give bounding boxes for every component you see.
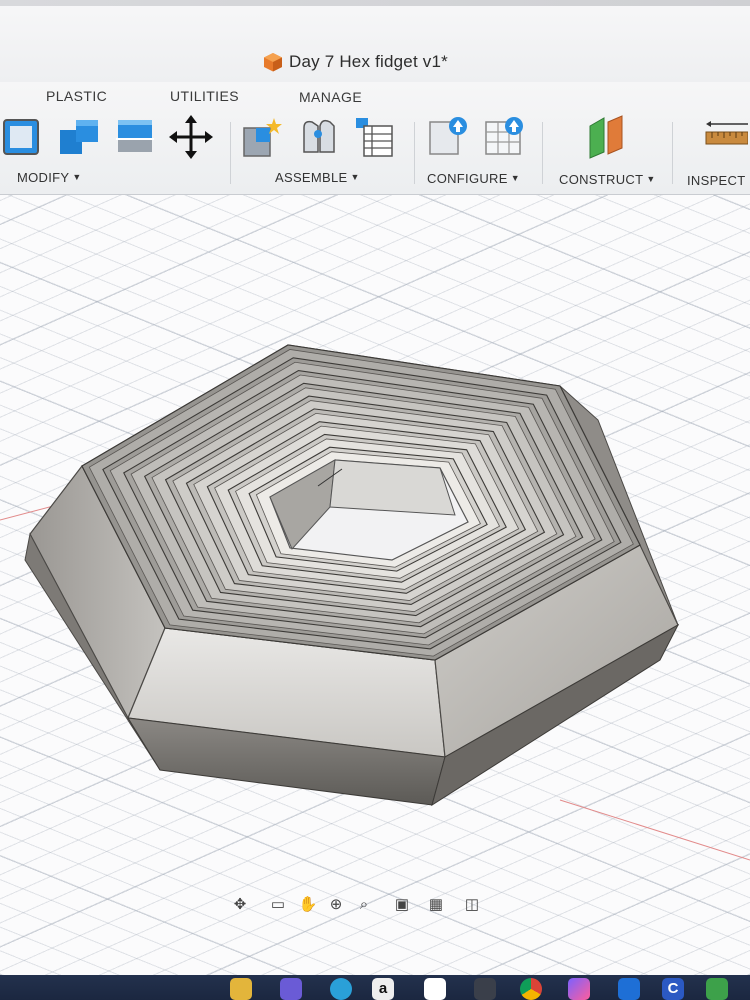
browser-icon[interactable] — [330, 978, 352, 1000]
zoom-window-icon[interactable]: ⌕ — [352, 893, 376, 917]
offset-plane-tool-icon[interactable] — [584, 112, 630, 160]
group-inspect-dropdown[interactable]: INSPECT — [687, 173, 745, 188]
tab-manage[interactable]: MANAGE — [299, 89, 362, 105]
viewport-navigation-bar: ✥ ▭ ✋ ⊕ ⌕ ▣ ▦ ◫ — [228, 891, 496, 919]
pan-hand-icon[interactable]: ✋ — [296, 893, 320, 917]
grid-settings-icon[interactable]: ▦ — [424, 893, 448, 917]
tab-plastic[interactable]: PLASTIC — [46, 88, 107, 104]
document-title-bar: Day 7 Hex fidget v1* — [0, 0, 750, 82]
file-explorer-icon[interactable] — [230, 978, 252, 1000]
ribbon-separator — [672, 122, 673, 184]
group-assemble-dropdown[interactable]: ASSEMBLE ▼ — [275, 170, 360, 185]
green-app-icon[interactable] — [706, 978, 728, 1000]
ribbon-separator — [230, 122, 231, 184]
joint-tool-icon[interactable] — [296, 112, 342, 160]
chrome-icon[interactable] — [520, 978, 542, 1000]
shell-tool-icon[interactable] — [114, 112, 160, 160]
hex-fidget-model[interactable] — [0, 195, 750, 975]
copilot-icon[interactable] — [568, 978, 590, 1000]
os-taskbar: a C — [0, 975, 750, 1000]
fusion-app-window: Day 7 Hex fidget v1* PLASTIC UTILITIES M… — [0, 0, 750, 1000]
measure-tool-icon[interactable] — [700, 112, 748, 160]
github-icon[interactable] — [424, 978, 446, 1000]
group-construct-dropdown[interactable]: CONSTRUCT ▼ — [559, 172, 656, 187]
document-title: Day 7 Hex fidget v1* — [289, 52, 448, 71]
move-copy-tool-icon[interactable] — [168, 112, 214, 160]
display-settings-icon[interactable]: ▣ — [390, 893, 414, 917]
ribbon-separator — [414, 122, 415, 184]
viewports-icon[interactable]: ◫ — [460, 893, 484, 917]
app-icon[interactable] — [474, 978, 496, 1000]
c-app-icon[interactable]: C — [662, 978, 684, 1000]
toolbar-ribbon: PLASTIC UTILITIES MANAGE MODIFY ▼ ASSEMB… — [0, 82, 750, 195]
configure-design-tool-icon[interactable] — [426, 112, 472, 160]
design-document-icon — [264, 53, 282, 72]
look-at-icon[interactable]: ▭ — [266, 893, 290, 917]
group-modify-dropdown[interactable]: MODIFY ▼ — [17, 170, 82, 185]
ribbon-separator — [542, 122, 543, 184]
press-pull-tool-icon[interactable] — [0, 112, 46, 160]
amazon-icon[interactable]: a — [372, 978, 394, 1000]
group-configure-dropdown[interactable]: CONFIGURE ▼ — [427, 171, 520, 186]
outlook-icon[interactable] — [618, 978, 640, 1000]
store-icon[interactable] — [280, 978, 302, 1000]
tab-utilities[interactable]: UTILITIES — [170, 88, 239, 104]
bill-of-materials-tool-icon[interactable] — [350, 112, 396, 160]
new-component-tool-icon[interactable] — [240, 112, 286, 160]
orbit-icon[interactable]: ✥ — [228, 893, 252, 917]
zoom-icon[interactable]: ⊕ — [324, 893, 348, 917]
configuration-table-tool-icon[interactable] — [482, 112, 528, 160]
fillet-tool-icon[interactable] — [56, 112, 102, 160]
